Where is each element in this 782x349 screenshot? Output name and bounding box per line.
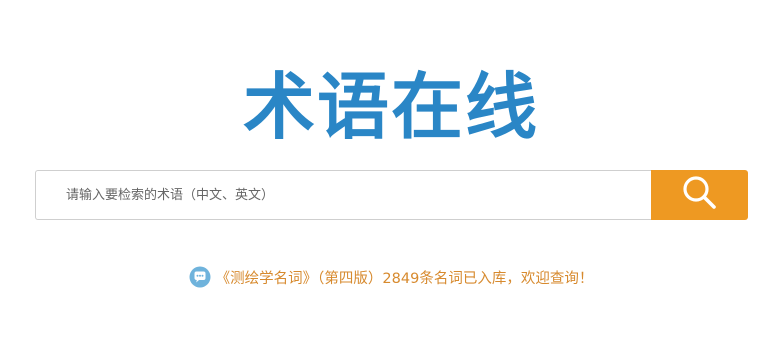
notice-banner: 《测绘学名词》（第四版）2849条名词已入库，欢迎查询！ [0, 266, 782, 288]
search-button[interactable] [651, 170, 748, 220]
notice-text[interactable]: 《测绘学名词》（第四版）2849条名词已入库，欢迎查询！ [216, 267, 594, 288]
page: 术语在线 《测绘学名词》（第四版）2849条名词已入库，欢迎查询！ [0, 0, 782, 349]
search-icon [680, 173, 720, 217]
site-logo[interactable]: 术语在线 [0, 62, 782, 152]
chat-bubble-icon [189, 266, 211, 288]
search-bar [35, 170, 748, 220]
search-input[interactable] [35, 170, 651, 220]
